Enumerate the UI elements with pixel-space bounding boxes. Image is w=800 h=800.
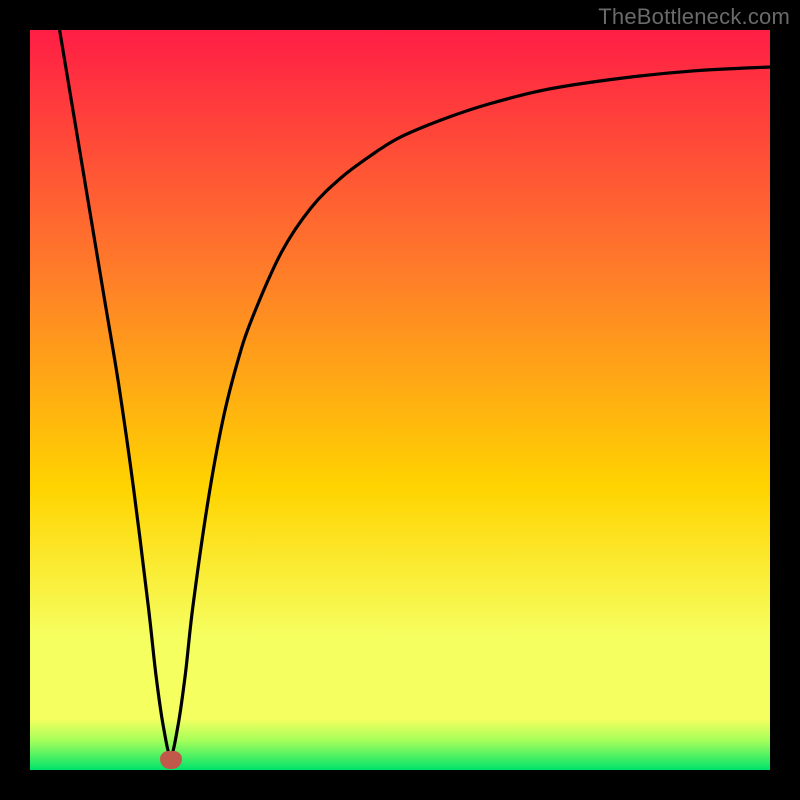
optimum-marker — [160, 751, 182, 769]
watermark-text: TheBottleneck.com — [598, 4, 790, 30]
plot-area — [30, 30, 770, 770]
chart-frame: TheBottleneck.com — [0, 0, 800, 800]
background-gradient — [30, 30, 770, 770]
